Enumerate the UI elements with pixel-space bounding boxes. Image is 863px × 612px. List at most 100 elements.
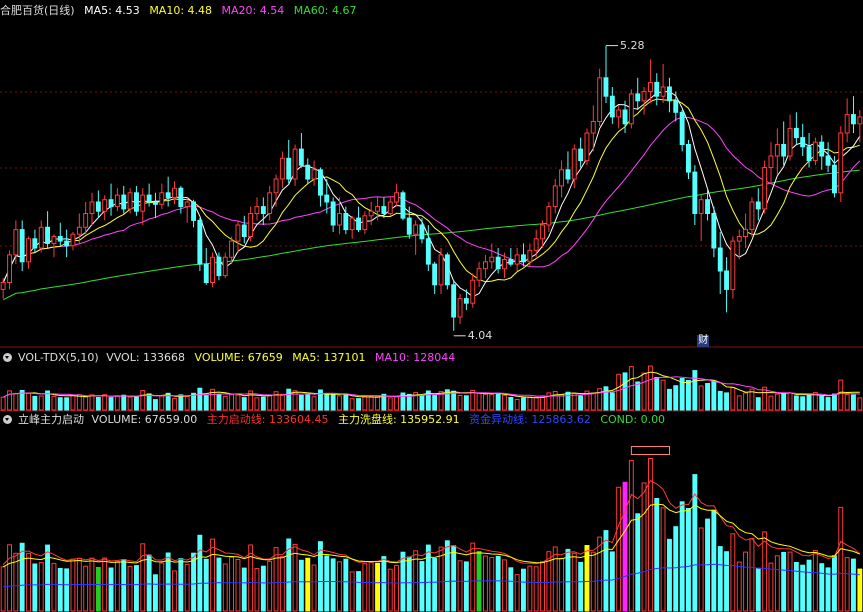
- indicator-bar: [241, 567, 247, 612]
- indicator-bar: [64, 568, 70, 612]
- vol-title[interactable]: VOL-TDX(5,10): [18, 351, 99, 364]
- indicator-bar: [159, 562, 165, 612]
- candle-body: [762, 167, 768, 210]
- candle-body: [102, 199, 108, 212]
- volume-bar: [368, 395, 374, 411]
- candle-body: [724, 270, 729, 290]
- candle-body: [844, 114, 850, 134]
- indicator-bar: [394, 565, 400, 612]
- candle-body: [368, 210, 374, 217]
- start-line-value: 主力启动线: 133604.45: [206, 413, 329, 426]
- indicator-bar: [0, 566, 6, 612]
- indicator-bar: [806, 559, 812, 612]
- stock-title[interactable]: 合肥百货(日线): [0, 4, 75, 17]
- volume-bar: [559, 394, 564, 411]
- candle-body: [70, 233, 76, 247]
- indicator-bar: [667, 538, 672, 612]
- candle-body: [45, 226, 50, 244]
- indicator-bar: [146, 554, 152, 612]
- candle-body: [514, 254, 520, 265]
- candle-body: [134, 192, 139, 212]
- volume-bar: [229, 394, 235, 411]
- volume-bar: [483, 393, 488, 411]
- ma20-value: MA20: 4.54: [221, 4, 285, 17]
- chevron-down-icon[interactable]: [3, 415, 12, 424]
- indicator-bar: [603, 530, 609, 612]
- candle-body: [755, 201, 761, 210]
- indicator-bar: [774, 555, 780, 612]
- candle-body: [774, 144, 780, 157]
- candle-body: [159, 192, 165, 205]
- indicator-bar: [711, 509, 717, 612]
- indicator-bar: [628, 460, 634, 612]
- volume-bar: [197, 387, 203, 411]
- chevron-down-icon[interactable]: [3, 353, 12, 362]
- volume-panel-header: VOL-TDX(5,10) VVOL: 133668 VOLUME: 67659…: [0, 351, 461, 365]
- candle-body: [210, 256, 216, 284]
- financial-report-marker[interactable]: 财: [697, 335, 710, 347]
- candle-body: [502, 259, 507, 270]
- candle-body: [279, 157, 285, 180]
- volume-bar: [26, 392, 32, 411]
- candle-body: [254, 206, 260, 215]
- volume-bar: [178, 394, 184, 411]
- cond-value: COND: 0.00: [600, 413, 666, 426]
- candle-body: [717, 247, 723, 272]
- candle-body: [229, 240, 235, 258]
- volume-bar: [705, 383, 710, 411]
- candle-body: [686, 144, 691, 173]
- indicator-bar: [660, 507, 666, 612]
- volume-bar: [375, 395, 381, 411]
- chart-canvas: [0, 45, 863, 612]
- candle-body: [692, 171, 698, 215]
- volume-bar: [508, 397, 514, 411]
- candle-body: [318, 169, 323, 196]
- candle-body: [578, 148, 584, 162]
- indicator-bar: [140, 543, 146, 612]
- indicator-bar: [508, 567, 514, 612]
- candle-body: [603, 77, 609, 97]
- volume-bar: [819, 395, 825, 411]
- indicator-bar: [502, 559, 507, 612]
- indicator-bar: [616, 486, 622, 612]
- indicator-bar: [38, 562, 44, 612]
- candle-body: [705, 199, 710, 214]
- candle-body: [463, 298, 469, 304]
- candle-body: [673, 100, 679, 113]
- candle-body: [108, 199, 114, 208]
- indicator-bar: [851, 558, 856, 612]
- candle-body: [540, 224, 545, 240]
- volume-bar: [76, 394, 82, 411]
- wash-line-value: 主力洗盘线: 135952.91: [337, 413, 460, 426]
- volume-bar: [730, 387, 736, 411]
- candle-body: [127, 192, 133, 210]
- candle-body: [286, 157, 292, 180]
- candle-body: [13, 229, 19, 256]
- candle-body: [768, 155, 774, 168]
- indicator-bar: [736, 561, 742, 612]
- indicator-title[interactable]: 立峰主力启动: [18, 413, 84, 426]
- candle-body: [38, 226, 44, 249]
- candle-body: [203, 263, 209, 284]
- indicator-bar: [857, 568, 863, 612]
- indicator-bar: [127, 565, 133, 612]
- volume-bar: [362, 395, 368, 411]
- candle-body: [178, 187, 184, 208]
- volume-bar: [102, 394, 108, 411]
- candle-body: [248, 213, 254, 237]
- volume-bar: [514, 399, 520, 411]
- indicator-bar: [172, 570, 177, 612]
- candle-body: [832, 164, 837, 194]
- indicator-bar: [755, 567, 761, 612]
- indicator-bar: [330, 558, 336, 612]
- indicator-bar: [552, 546, 558, 612]
- indicator-bar: [832, 555, 837, 612]
- ma10-value: MA10: 4.48: [149, 4, 213, 17]
- candle-body: [660, 86, 666, 97]
- candle-body: [406, 217, 412, 235]
- indicator-bar: [114, 561, 120, 612]
- stock-chart-screen: 合肥百货(日线) MA5: 4.53 MA10: 4.48 MA20: 4.54…: [0, 0, 863, 612]
- low-price-label: 4.04: [467, 328, 493, 342]
- volume-bar: [108, 397, 114, 411]
- indicator-bar: [45, 544, 50, 612]
